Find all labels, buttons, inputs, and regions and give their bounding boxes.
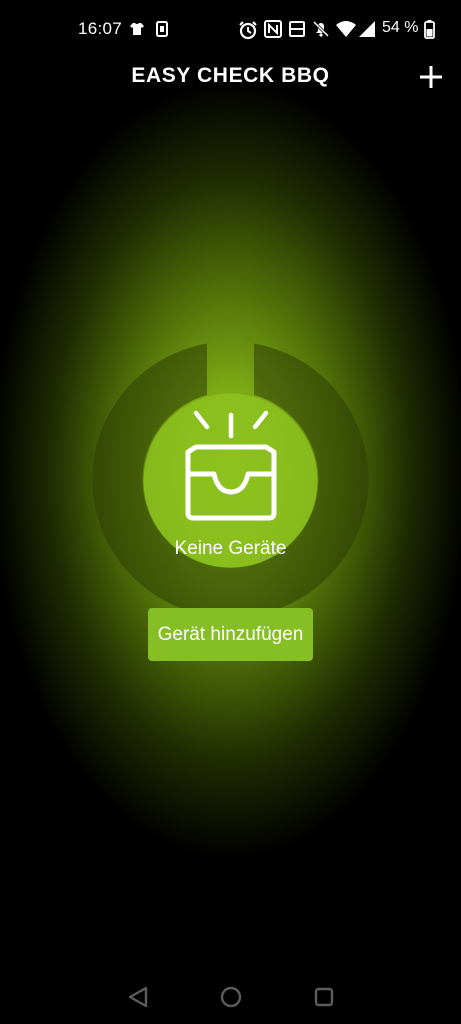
- tshirt-icon: [130, 23, 144, 35]
- add-device-button[interactable]: Gerät hinzufügen: [148, 608, 313, 661]
- battery-icon: [424, 20, 435, 39]
- sim-icon: [156, 21, 168, 37]
- mute-icon: [312, 20, 330, 38]
- signal-icon: [359, 21, 375, 37]
- home-icon[interactable]: [216, 982, 246, 1012]
- recents-icon[interactable]: [309, 982, 339, 1012]
- header: EASY CHECK BBQ: [0, 56, 461, 100]
- wifi-icon: [336, 21, 356, 37]
- app-screen: 16:07 54 % EASY CHECK BBQ Keine Geräte G…: [0, 0, 461, 1024]
- nfc-icon: [264, 20, 282, 38]
- back-icon[interactable]: [124, 982, 154, 1012]
- status-time: 16:07: [78, 19, 123, 38]
- empty-state-text: Keine Geräte: [174, 538, 287, 559]
- status-bar: 16:07 54 %: [0, 0, 461, 56]
- add-button[interactable]: [414, 60, 448, 94]
- app-title: EASY CHECK BBQ: [131, 64, 330, 87]
- inbox-icon: [185, 410, 277, 521]
- battery-percent: 54 %: [382, 19, 419, 36]
- plus-icon: [420, 66, 442, 88]
- alarm-icon: [239, 21, 257, 40]
- nav-bar: [0, 970, 461, 1024]
- volte-icon: [289, 21, 305, 37]
